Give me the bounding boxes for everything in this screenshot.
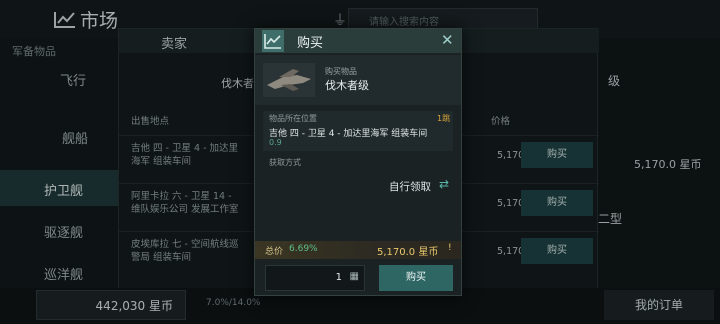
total-price-bar: 总价 6.69% 5,170.0 星币 ! <box>255 241 461 259</box>
acquire-method[interactable]: 自行领取 <box>389 179 431 194</box>
item-caption: 购买物品 <box>325 67 357 76</box>
dialog-title: 购买 <box>297 36 324 51</box>
location-name: 吉他 四 - 卫星 4 - 加达里海军 组装车间 <box>269 129 428 139</box>
warning-icon[interactable]: ! <box>448 243 458 255</box>
location-caption: 物品所在位置 <box>269 114 317 123</box>
market-chart-icon <box>262 30 284 52</box>
confirm-buy-button[interactable]: 购买 <box>379 265 453 291</box>
quantity-input[interactable]: 1 ▦ <box>265 265 365 291</box>
acquire-caption: 获取方式 <box>269 158 301 167</box>
ship-thumbnail <box>263 63 315 97</box>
item-name: 伐木者级 <box>325 79 369 92</box>
calculator-icon[interactable]: ▦ <box>350 271 359 282</box>
purchase-dialog: 购买 ✕ 购买物品 伐木者级 物品所在位置 1跳 吉他 四 - 卫星 4 - 加… <box>254 28 462 296</box>
jump-count: 1跳 <box>437 114 451 123</box>
quantity-value: 1 <box>335 272 342 283</box>
security-status: 0.9 <box>269 138 282 147</box>
total-percentage: 6.69% <box>289 244 318 254</box>
swap-icon[interactable]: ⇄ <box>439 177 449 191</box>
dialog-header <box>255 29 461 53</box>
item-summary: 购买物品 伐木者级 <box>255 55 461 105</box>
total-label: 总价 <box>265 247 284 257</box>
location-box: 物品所在位置 1跳 吉他 四 - 卫星 4 - 加达里海军 组装车间 0.9 <box>263 111 453 151</box>
total-amount: 5,170.0 星币 <box>377 247 439 258</box>
close-icon[interactable]: ✕ <box>441 31 454 49</box>
